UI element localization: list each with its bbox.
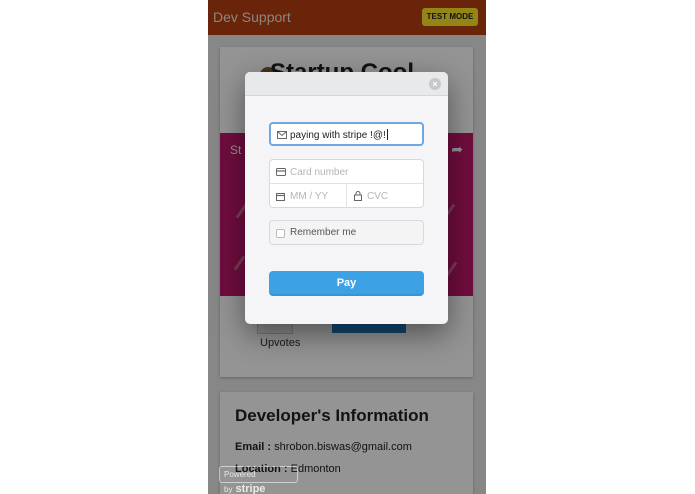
text-caret xyxy=(386,129,388,140)
credit-card-icon xyxy=(276,168,286,176)
card-number-placeholder: Card number xyxy=(290,167,349,178)
email-input-value: paying with stripe !@! xyxy=(290,129,388,141)
card-details-group: Card number MM / YY CVC xyxy=(269,159,424,208)
expiry-placeholder: MM / YY xyxy=(290,191,329,202)
envelope-icon xyxy=(277,131,287,139)
cvc-placeholder: CVC xyxy=(367,191,389,202)
card-number-field[interactable]: Card number xyxy=(270,160,423,184)
cvc-field[interactable]: CVC xyxy=(347,184,423,208)
powered-by-stripe-badge[interactable]: Powered by stripe xyxy=(219,466,298,494)
remember-me-option[interactable]: Remember me xyxy=(269,220,424,245)
lock-icon xyxy=(354,191,362,201)
modal-header: × xyxy=(245,72,448,96)
email-field[interactable]: paying with stripe !@! xyxy=(269,122,424,146)
remember-me-checkbox[interactable] xyxy=(276,229,285,238)
stripe-checkout-modal: × paying with stripe !@! Card number MM … xyxy=(245,72,448,324)
remember-me-label: Remember me xyxy=(290,227,357,238)
page: Dev Support TEST MODE Startup Cool St ➦ … xyxy=(0,0,695,494)
pay-button[interactable]: Pay xyxy=(269,271,424,296)
calendar-icon xyxy=(276,193,285,201)
stripe-logo: stripe xyxy=(235,483,266,494)
expiry-field[interactable]: MM / YY xyxy=(270,184,347,208)
close-icon[interactable]: × xyxy=(429,78,441,90)
